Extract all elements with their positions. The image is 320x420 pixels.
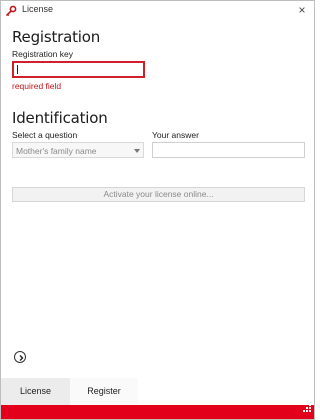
tab-license[interactable]: License [1, 378, 70, 405]
registration-key-label: Registration key [12, 49, 73, 59]
answer-input[interactable] [152, 142, 305, 158]
tab-bar: License Register [1, 378, 314, 405]
identification-heading: Identification [12, 109, 108, 127]
chevron-right-circle-icon[interactable] [14, 351, 26, 363]
select-question-label: Select a question [12, 130, 78, 140]
required-field-error: required field [12, 81, 62, 91]
your-answer-label: Your answer [152, 130, 199, 140]
registration-heading: Registration [12, 28, 101, 46]
title-bar: License × [1, 1, 314, 20]
license-window: License × Registration Registration key … [0, 0, 315, 420]
text-caret [17, 65, 18, 74]
activate-online-button[interactable]: Activate your license online... [12, 187, 305, 202]
resize-grip-icon[interactable] [303, 400, 312, 418]
question-select[interactable]: Mother's family name [12, 142, 144, 158]
registration-key-input[interactable] [12, 61, 145, 78]
tab-register[interactable]: Register [70, 378, 138, 405]
key-icon [5, 4, 17, 17]
question-select-value: Mother's family name [16, 146, 97, 156]
close-button[interactable]: × [294, 2, 310, 18]
window-title: License [22, 4, 54, 14]
dropdown-arrow-icon [134, 149, 140, 153]
status-bar [1, 404, 314, 419]
